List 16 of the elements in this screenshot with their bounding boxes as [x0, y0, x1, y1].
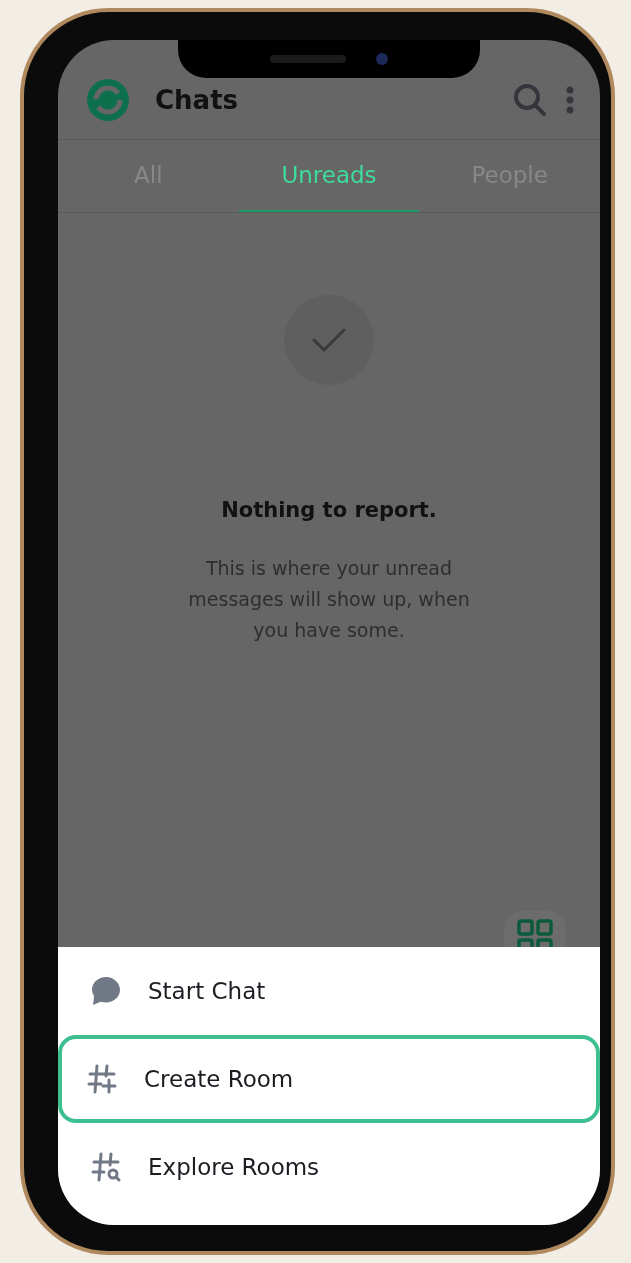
- camera-lens: [376, 53, 388, 65]
- hash-plus-icon: [86, 1063, 118, 1095]
- grid-icon: [517, 919, 553, 947]
- menu-item[interactable]: Explore Rooms: [58, 1123, 600, 1211]
- chat-bubble-icon: [90, 975, 122, 1007]
- menu-item[interactable]: Start Chat: [58, 947, 600, 1035]
- screen-title: Chats: [155, 84, 239, 117]
- logo-icon: [87, 79, 129, 121]
- hash-search-icon: [90, 1151, 122, 1183]
- more-icon: [566, 86, 574, 114]
- menu-item[interactable]: Create Room: [58, 1035, 600, 1123]
- empty-state-message: This is where your unread messages will show up, when you have some.: [187, 555, 471, 643]
- search-icon: [513, 83, 547, 117]
- checkmark-icon: [311, 326, 347, 354]
- floating-action-button[interactable]: [504, 911, 566, 947]
- empty-state-title: Nothing to report.: [221, 497, 437, 524]
